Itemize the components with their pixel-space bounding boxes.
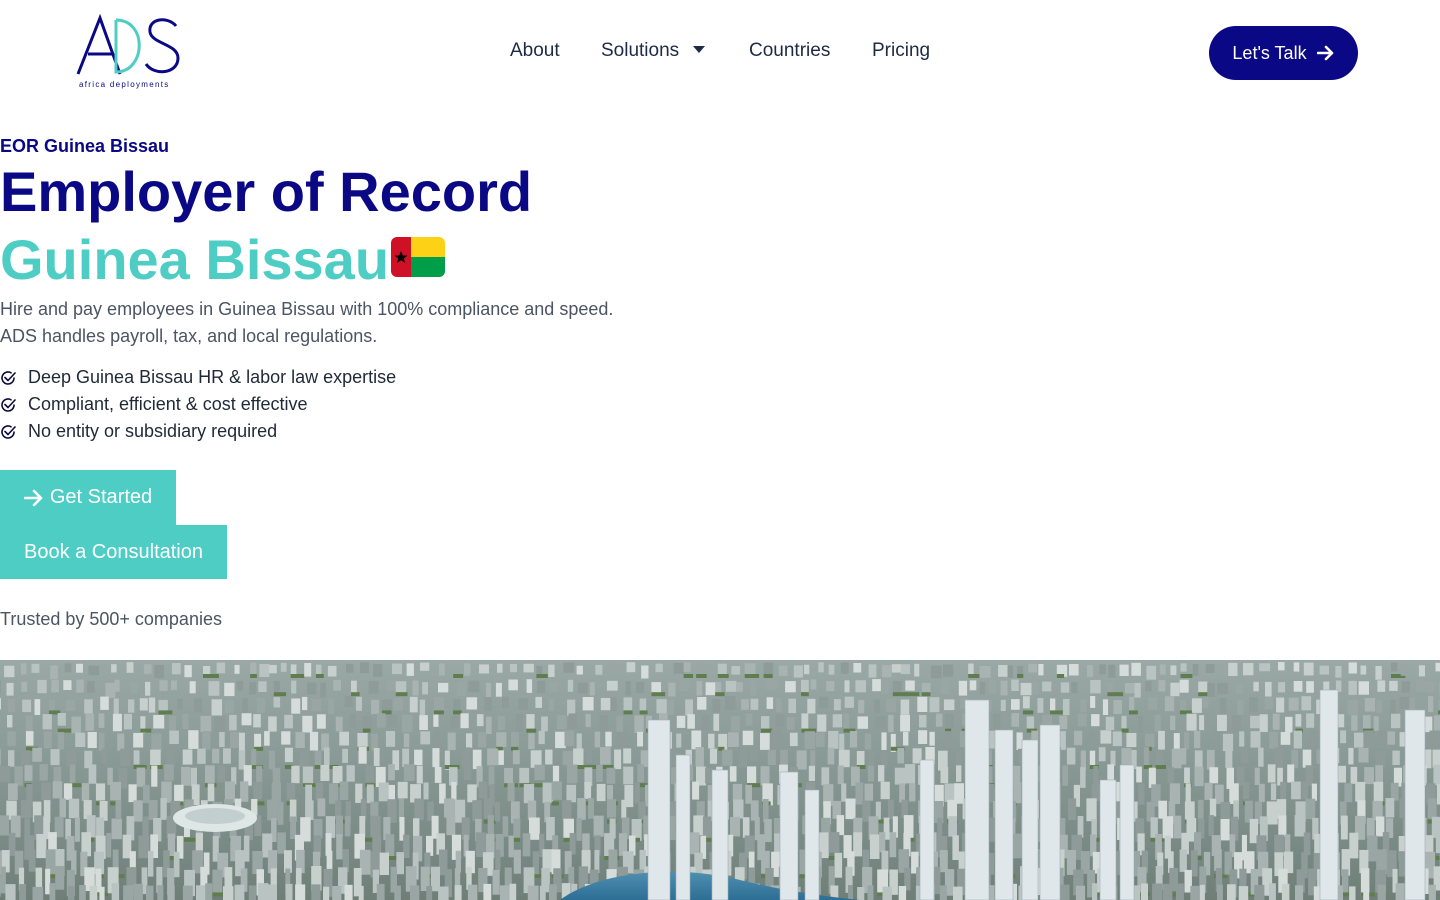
guinea-bissau-flag-icon bbox=[391, 237, 445, 277]
nav-solutions-label: Solutions bbox=[601, 40, 680, 61]
hero-title-line2: Guinea Bissau bbox=[0, 228, 390, 291]
hero-lead-line1: Hire and pay employees in Guinea Bissau … bbox=[0, 299, 614, 319]
check-circle-icon bbox=[1, 424, 16, 439]
arrow-right-icon bbox=[1316, 45, 1333, 61]
feature-text: Deep Guinea Bissau HR & labor law expert… bbox=[28, 367, 397, 387]
feature-item: Compliant, efficient & cost effective bbox=[0, 391, 396, 418]
nav-about[interactable]: About bbox=[510, 40, 560, 62]
nav-countries[interactable]: Countries bbox=[749, 40, 830, 62]
feature-list: Deep Guinea Bissau HR & labor law expert… bbox=[0, 364, 396, 445]
city-illustration bbox=[0, 660, 1440, 900]
feature-text: Compliant, efficient & cost effective bbox=[28, 394, 308, 414]
get-started-button[interactable]: Get Started bbox=[0, 470, 176, 525]
hero-eyebrow: EOR Guinea Bissau bbox=[0, 136, 170, 156]
lets-talk-button[interactable]: Let's Talk bbox=[1209, 26, 1358, 80]
trusted-by-text: Trusted by 500+ companies bbox=[0, 609, 222, 629]
hero-lead-line2: ADS handles payroll, tax, and local regu… bbox=[0, 326, 378, 346]
hero-title-line1: Employer of Record bbox=[0, 160, 533, 223]
check-circle-icon bbox=[1, 397, 16, 412]
lets-talk-label: Let's Talk bbox=[1232, 42, 1307, 63]
ads-logo[interactable]: africa deployments bbox=[76, 14, 182, 92]
feature-item: No entity or subsidiary required bbox=[0, 418, 396, 445]
hero-city-image bbox=[0, 660, 1440, 900]
site-header: africa deployments About Solutions Count… bbox=[0, 0, 1440, 106]
feature-text: No entity or subsidiary required bbox=[28, 421, 278, 441]
check-circle-icon bbox=[1, 370, 16, 385]
caret-down-icon bbox=[693, 46, 706, 54]
get-started-label: Get Started bbox=[49, 486, 153, 508]
hero-lead: Hire and pay employees in Guinea Bissau … bbox=[0, 296, 700, 350]
feature-item: Deep Guinea Bissau HR & labor law expert… bbox=[0, 364, 396, 391]
nav-pricing[interactable]: Pricing bbox=[872, 40, 930, 62]
nav-solutions[interactable]: Solutions bbox=[601, 40, 706, 62]
ads-logo-mark bbox=[76, 14, 180, 75]
arrow-right-icon bbox=[23, 489, 43, 506]
logo-tagline: africa deployments bbox=[79, 80, 170, 89]
book-consultation-button[interactable]: Book a Consultation bbox=[0, 525, 227, 579]
